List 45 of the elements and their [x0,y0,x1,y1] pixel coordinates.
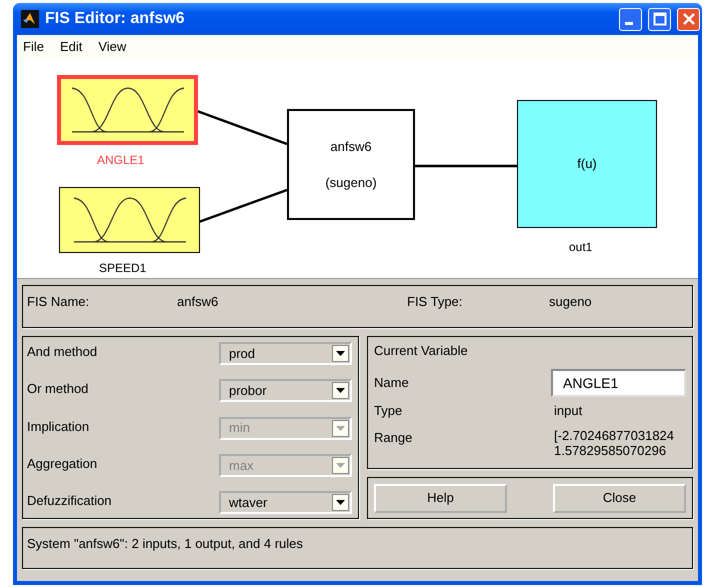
method-dropdown: max [219,454,352,477]
method-label: Or method [27,380,88,398]
menu-item[interactable]: File [23,37,44,57]
output-label: out1 [569,239,592,256]
status-text: System "anfsw6": 2 inputs, 1 output, and 4 rules [27,536,303,551]
close-icon [682,12,696,26]
close-button[interactable] [677,8,700,30]
output-function: f(u) [577,155,597,174]
method-label: Implication [27,418,90,436]
info-label: FIS Name: [27,293,90,311]
input-block[interactable] [57,75,198,145]
menu-item[interactable]: Edit [60,37,82,57]
method-dropdown[interactable]: prod [219,342,352,365]
field-label: Type [374,402,404,420]
dialog-button[interactable]: Close [553,484,686,512]
window-title: FIS Editor: anfsw6 [45,9,186,29]
method-dropdown[interactable]: wtaver [219,491,352,514]
method-label: And method [27,343,98,361]
system-block[interactable]: anfsw6 (sugeno) [287,109,415,220]
name-field[interactable]: ANGLE1 [551,368,686,396]
panel-title: Current Variable [374,342,469,360]
minimize-button[interactable] [619,8,642,30]
output-block[interactable]: f(u) [517,100,657,228]
type-value: input [554,402,582,420]
maximize-icon [652,12,666,26]
system-type: (sugeno) [325,174,377,192]
method-label: Defuzzification [27,492,112,510]
maximize-button[interactable] [648,8,671,30]
system-name: anfsw6 [330,138,372,156]
method-label: Aggregation [27,454,98,473]
info-label: FIS Type: [407,293,464,311]
field-label: Name [374,374,409,392]
info-value: sugeno [549,293,593,311]
field-label: Range [374,429,414,447]
input-block[interactable] [59,187,200,253]
dialog-button[interactable]: Help [374,484,507,512]
info-value: anfsw6 [177,293,220,311]
app-icon [21,10,39,28]
range-value: [-2.70246877031824 1.57829585070296 [554,428,674,458]
method-dropdown[interactable]: probor [219,379,352,402]
input-label: ANGLE1 [97,152,144,169]
input-label: SPEED1 [99,260,146,277]
minimize-icon [624,22,632,25]
menu-item[interactable]: View [98,37,126,57]
method-dropdown: min [219,416,352,440]
